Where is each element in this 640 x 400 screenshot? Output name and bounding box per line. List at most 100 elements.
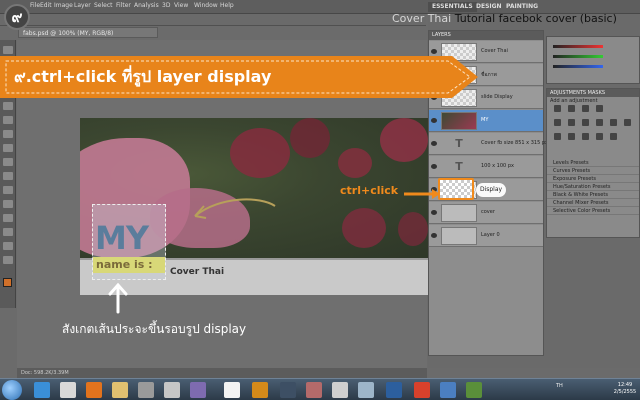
menu-analysis[interactable]: Analysis [134,2,159,9]
brightness-icon[interactable] [554,105,561,112]
menu-help[interactable]: Help [220,2,234,9]
document-canvas[interactable]: Cover Thai MY name is : [80,118,428,295]
firefox-icon[interactable] [86,382,102,398]
cover-thai-text: Cover Thai [170,267,225,277]
green-slider[interactable] [553,55,603,58]
channel-mixer-icon[interactable] [624,119,631,126]
text-layer-icon[interactable]: T [441,135,477,153]
layer-row[interactable]: cover [429,202,543,224]
clock[interactable]: 12:49 2/5/2555 [612,382,638,396]
preset-item[interactable]: Curves Presets [547,167,639,175]
blue-slider[interactable] [553,65,603,68]
menu-filter[interactable]: Filter [116,2,131,9]
invert-icon[interactable] [554,133,561,140]
tutorial-name: Tutorial facebok cover (basic) [454,12,617,25]
stamp-tool-icon[interactable] [3,158,13,166]
display-layer-thumbnail-highlight[interactable] [438,178,474,200]
workspace-painting[interactable]: PAINTING [502,2,542,12]
app-icon[interactable] [440,382,456,398]
menu-view[interactable]: View [174,2,188,9]
menu-image[interactable]: Image [54,2,73,9]
ie-icon[interactable] [34,382,50,398]
visibility-eye-icon[interactable] [431,141,437,146]
hand-tool-icon[interactable] [3,256,13,264]
text-layer-icon[interactable]: T [441,158,477,176]
workspace-design[interactable]: DESIGN [472,2,506,12]
menu-3d[interactable]: 3D [162,2,170,9]
eyedropper-tool-icon[interactable] [3,116,13,124]
lightroom-icon[interactable] [280,382,296,398]
preset-item[interactable]: Levels Presets [547,159,639,167]
menu-file[interactable]: File [30,2,40,9]
app-icon[interactable] [466,382,482,398]
posterize-icon[interactable] [568,133,575,140]
layer-row[interactable]: T 100 x 100 px [429,156,543,178]
rose-blob [380,118,428,162]
exposure-icon[interactable] [596,105,603,112]
pen-tool-icon[interactable] [3,228,13,236]
layer-row[interactable]: Layer 0 [429,225,543,247]
photo-filter-icon[interactable] [610,119,617,126]
type-tool-icon[interactable] [3,242,13,250]
gradient-map-icon[interactable] [596,133,603,140]
app-icon[interactable] [332,382,348,398]
workspace-essentials[interactable]: ESSENTIALS [428,2,477,12]
layer-row[interactable]: T Cover fb size 851 x 315 px [429,133,548,155]
preset-item[interactable]: Channel Mixer Presets [547,199,639,207]
levels-icon[interactable] [568,105,575,112]
gradient-tool-icon[interactable] [3,200,13,208]
red-slider[interactable] [553,45,603,48]
vibrance-icon[interactable] [554,119,561,126]
app-icon[interactable] [164,382,180,398]
preset-item[interactable]: Exposure Presets [547,175,639,183]
menu-layer[interactable]: Layer [74,2,91,9]
visibility-eye-icon[interactable] [431,164,437,169]
app-icon[interactable] [358,382,374,398]
app-icon[interactable] [190,382,206,398]
language-indicator[interactable]: TH [556,383,563,389]
move-tool-icon[interactable] [3,46,13,54]
threshold-icon[interactable] [582,133,589,140]
eraser-tool-icon[interactable] [3,186,13,194]
visibility-eye-icon[interactable] [431,233,437,238]
illustrator-icon[interactable] [252,382,268,398]
healing-tool-icon[interactable] [3,130,13,138]
rose-blob [290,118,330,158]
color-balance-icon[interactable] [582,119,589,126]
brush-tool-icon[interactable] [3,144,13,152]
history-brush-icon[interactable] [3,172,13,180]
app-icon[interactable] [138,382,154,398]
menu-edit[interactable]: Edit [40,2,52,9]
curves-icon[interactable] [582,105,589,112]
color-panel [546,36,640,84]
explorer-icon[interactable] [112,382,128,398]
preset-item[interactable]: Black & White Presets [547,191,639,199]
visibility-eye-icon[interactable] [431,118,437,123]
document-tab[interactable]: fabs.psd @ 100% (MY, RGB/8) [18,27,158,38]
selective-color-icon[interactable] [610,133,617,140]
foreground-color-swatch[interactable] [3,278,12,287]
media-player-icon[interactable] [60,382,76,398]
layer-name: slide Display [481,94,513,100]
layer-thumbnail[interactable] [441,112,477,130]
preset-item[interactable]: Selective Color Presets [547,207,639,215]
status-bar: Doc: 598.2K/3.39M [17,368,427,378]
app-icon[interactable] [224,382,240,398]
photoshop-icon[interactable] [386,382,402,398]
visibility-eye-icon[interactable] [431,210,437,215]
start-button[interactable] [2,380,22,400]
crop-tool-icon[interactable] [3,102,13,110]
app-icon[interactable] [306,382,322,398]
preset-item[interactable]: Hue/Saturation Presets [547,183,639,191]
chrome-icon[interactable] [414,382,430,398]
layer-thumbnail[interactable] [441,227,477,245]
black-white-icon[interactable] [596,119,603,126]
layers-header: LAYERS [429,31,543,40]
menu-select[interactable]: Select [94,2,113,9]
hue-icon[interactable] [568,119,575,126]
logo-name-text: name is : [93,257,165,273]
menu-window[interactable]: Window [194,2,218,9]
layer-thumbnail[interactable] [441,204,477,222]
dodge-tool-icon[interactable] [3,214,13,222]
layer-row[interactable]: MY [429,110,543,132]
